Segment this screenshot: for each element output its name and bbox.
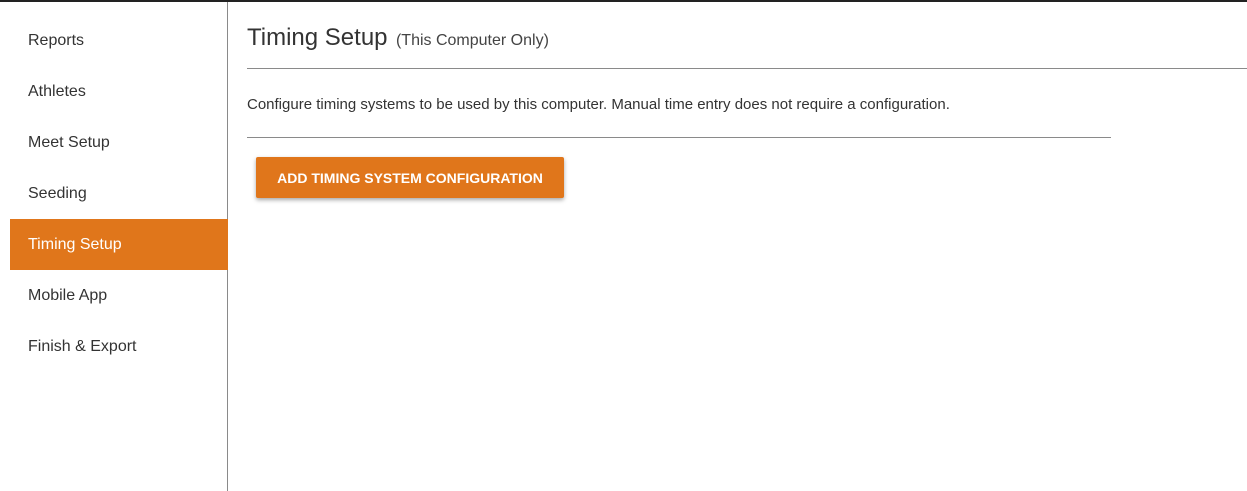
sidebar-item-label: Reports — [28, 32, 85, 49]
page-header: Timing Setup (This Computer Only) — [247, 24, 1247, 69]
sidebar-item-finish-export[interactable]: Finish & Export — [10, 321, 228, 372]
sidebar-item-label: Timing Setup — [28, 236, 122, 253]
app-window: Reports Athletes Meet Setup Seeding Timi… — [0, 0, 1247, 491]
sidebar-item-reports[interactable]: Reports — [10, 15, 228, 66]
page-title: Timing Setup — [247, 24, 388, 51]
sidebar-item-label: Mobile App — [28, 287, 108, 304]
sidebar-item-label: Seeding — [28, 185, 87, 202]
divider — [247, 137, 1111, 138]
page-description: Configure timing systems to be used by t… — [247, 96, 950, 113]
sidebar-item-timing-setup[interactable]: Timing Setup — [10, 219, 228, 270]
sidebar-nav: Reports Athletes Meet Setup Seeding Timi… — [0, 2, 228, 491]
sidebar-item-label: Meet Setup — [28, 134, 110, 151]
sidebar-item-seeding[interactable]: Seeding — [10, 168, 228, 219]
sidebar-item-mobile-app[interactable]: Mobile App — [10, 270, 228, 321]
add-timing-system-configuration-button[interactable]: ADD TIMING SYSTEM CONFIGURATION — [256, 157, 564, 198]
sidebar-item-meet-setup[interactable]: Meet Setup — [10, 117, 228, 168]
sidebar-item-athletes[interactable]: Athletes — [10, 66, 228, 117]
sidebar-item-label: Finish & Export — [28, 338, 137, 355]
page-subtitle: (This Computer Only) — [395, 32, 549, 49]
main-content: Timing Setup (This Computer Only) Config… — [229, 2, 1247, 491]
sidebar-item-label: Athletes — [28, 83, 86, 100]
